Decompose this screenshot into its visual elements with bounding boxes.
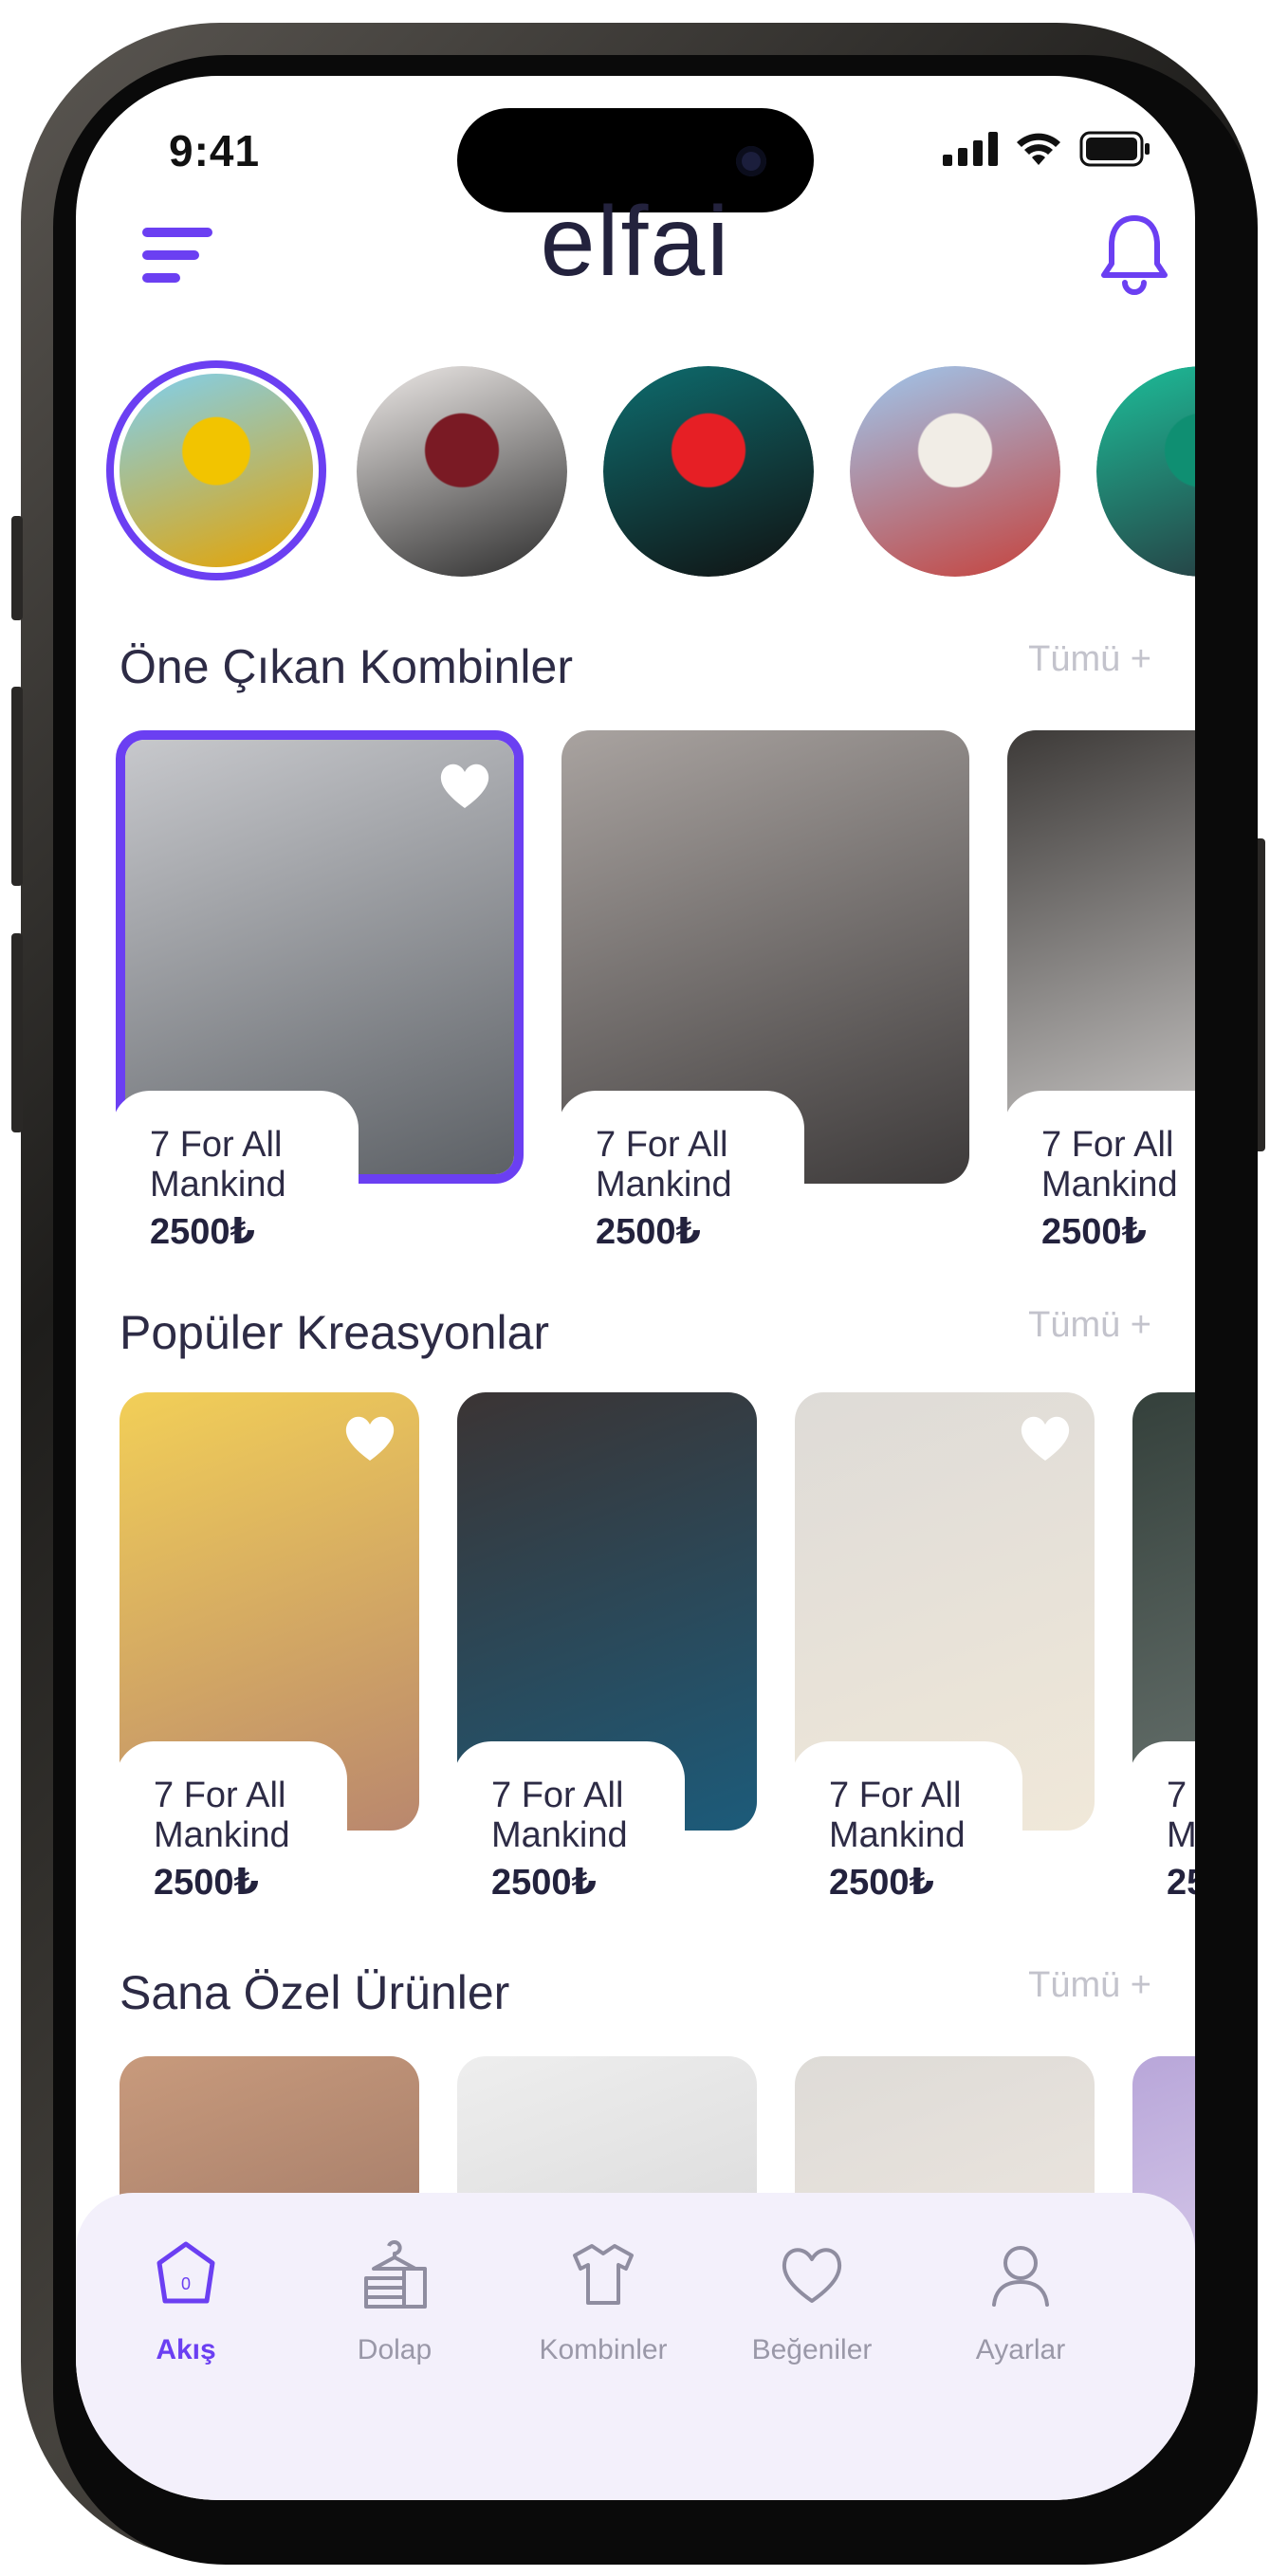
brand-name: 7 For All (596, 1125, 728, 1165)
story-3[interactable] (603, 366, 814, 577)
brand-name: 7 For All (150, 1125, 283, 1165)
volume-up-button (11, 687, 23, 886)
nav-item-akis[interactable]: 0 Akış (91, 2236, 281, 2366)
price: 2500₺ (1041, 1212, 1147, 1252)
price: 2500₺ (154, 1863, 259, 1903)
brand-name: 7 For All (491, 1776, 624, 1815)
wardrobe-icon (364, 2240, 427, 2309)
battery-icon (1079, 131, 1150, 167)
product-info: 7 For AllMankind 2500₺ (116, 1741, 347, 1906)
story-5[interactable] (1096, 366, 1195, 577)
stories-row (76, 360, 1195, 598)
brand-name: 7 For All (154, 1776, 286, 1815)
brand-name: Mankind (596, 1165, 732, 1205)
nav-item-begeniler[interactable]: Beğeniler (717, 2236, 907, 2366)
section-title-popular: Popüler Kreasyonlar (120, 1306, 550, 1359)
section-title-featured: Öne Çıkan Kombinler (120, 640, 574, 693)
user-icon (992, 2246, 1049, 2307)
favorite-heart-icon[interactable] (341, 1411, 398, 1464)
brand-name: Mankind (829, 1815, 966, 1855)
nav-item-dolap[interactable]: Dolap (300, 2236, 489, 2366)
brand-name: Mankind (1041, 1165, 1178, 1205)
nav-item-kombinler[interactable]: Kombinler (508, 2236, 698, 2366)
section-title-foryou: Sana Özel Ürünler (120, 1966, 510, 2019)
heart-icon (782, 2248, 842, 2303)
home-icon: 0 (156, 2241, 215, 2304)
app-screen: 9:41 elfai Öne Çıkan Kombinler Tümü + 7 … (76, 76, 1195, 2500)
camera-icon (736, 146, 766, 176)
nav-item-ayarlar[interactable]: Ayarlar (926, 2236, 1115, 2366)
story-image (357, 366, 567, 577)
story-image (1096, 366, 1195, 577)
volume-down-button (11, 933, 23, 1132)
bottom-nav: 0 Akış Dolap Kombinler Beğeniler Ayarlar (76, 2193, 1195, 2500)
story-image (603, 366, 814, 577)
app-logo: elfai (540, 187, 731, 297)
story-2[interactable] (357, 366, 567, 577)
favorite-heart-icon[interactable] (436, 759, 493, 812)
product-info: 7 For AllMankind 2500₺ (453, 1741, 685, 1906)
see-all-foryou[interactable]: Tümü + (1028, 1965, 1151, 2006)
product-info: 7 For AllMankind 2500₺ (558, 1091, 804, 1260)
product-info: 7 For AllMankind 2500₺ (1129, 1741, 1195, 1906)
favorite-heart-icon[interactable] (1017, 1411, 1074, 1464)
brand-name: 7 For All (829, 1776, 962, 1815)
story-image (120, 374, 313, 567)
action-button (11, 516, 23, 620)
price: 2500₺ (491, 1863, 597, 1903)
price: 2500₺ (829, 1863, 934, 1903)
status-time: 9:41 (169, 126, 261, 175)
story-4[interactable] (850, 366, 1060, 577)
brand-name: Mankind (1167, 1815, 1195, 1855)
nav-label: Ayarlar (975, 2334, 1066, 2365)
product-info: 7 For AllMankind 2500₺ (1003, 1091, 1195, 1260)
brand-name: 7 For All (1167, 1776, 1195, 1815)
see-all-popular[interactable]: Tümü + (1028, 1305, 1151, 1346)
signal-icon (943, 132, 998, 166)
see-all-featured[interactable]: Tümü + (1028, 639, 1151, 680)
product-info: 7 For AllMankind 2500₺ (791, 1741, 1022, 1906)
brand-name: Mankind (154, 1815, 290, 1855)
brand-name: 7 For All (1041, 1125, 1174, 1165)
story-image (850, 366, 1060, 577)
price: 2500₺ (150, 1212, 255, 1252)
product-info: 7 For AllMankind 2500₺ (112, 1091, 359, 1260)
brand-name: Mankind (150, 1165, 286, 1205)
price: 2500₺ (1167, 1863, 1195, 1903)
tshirt-icon (573, 2244, 634, 2305)
nav-label: Dolap (357, 2334, 433, 2365)
brand-name: Mankind (491, 1815, 628, 1855)
svg-text:0: 0 (181, 2274, 191, 2293)
bell-icon[interactable] (1096, 211, 1172, 296)
wifi-icon (1017, 133, 1060, 165)
price: 2500₺ (596, 1212, 701, 1252)
nav-label: Kombinler (539, 2334, 668, 2365)
nav-label: Beğeniler (751, 2334, 873, 2365)
nav-label: Akış (156, 2334, 216, 2365)
status-icons (943, 131, 1151, 167)
story-1[interactable] (106, 360, 326, 580)
